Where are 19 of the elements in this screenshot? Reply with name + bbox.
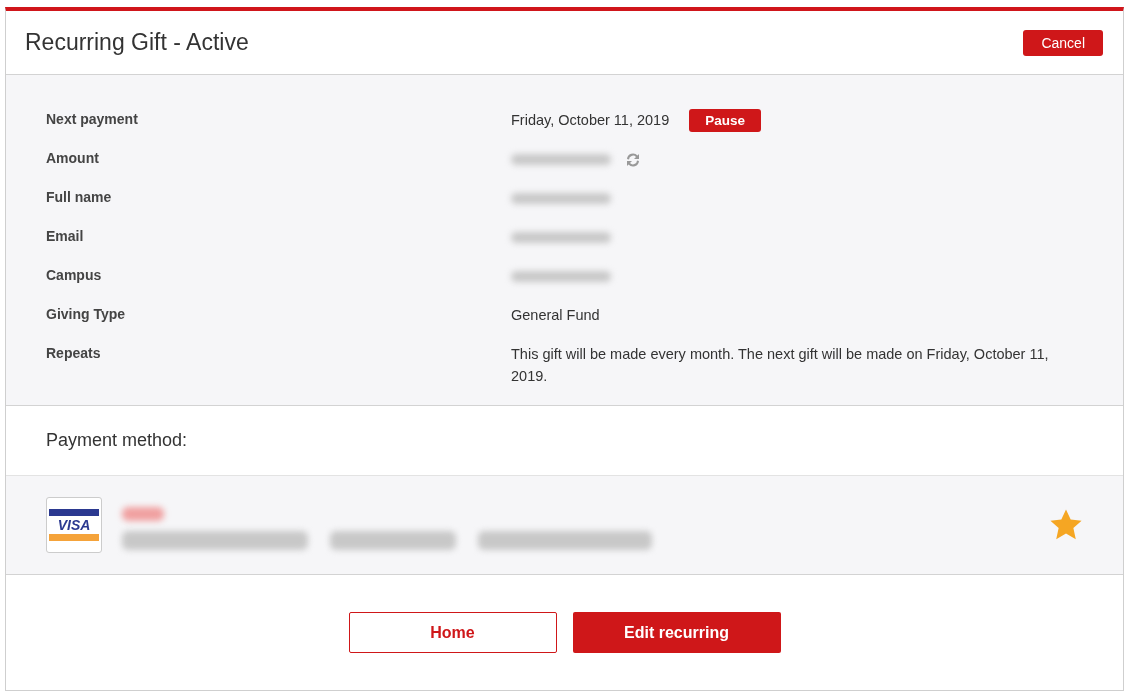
section-heading: Payment method: bbox=[46, 430, 188, 451]
redacted-text bbox=[122, 506, 164, 521]
edit-button[interactable]: Edit recurring bbox=[572, 612, 781, 653]
field-value: Friday, October 11, 2019 bbox=[511, 111, 670, 130]
field-label: Giving Type bbox=[46, 305, 127, 324]
field-label: Campus bbox=[46, 266, 103, 285]
field-label: Next payment bbox=[46, 110, 139, 129]
window-title: Recurring Gift - Active bbox=[25, 29, 249, 56]
field-label: Amount bbox=[46, 149, 100, 168]
field-value: This gift will be made every month. The next gift will be made on Friday, October 11, 2019. bbox=[511, 345, 1050, 386]
field-label: Repeats bbox=[46, 344, 102, 363]
pause-button[interactable]: Pause bbox=[689, 109, 762, 132]
field-label: Full name bbox=[46, 188, 113, 207]
home-button[interactable]: Home bbox=[348, 612, 557, 653]
cancel-button[interactable]: Cancel bbox=[1023, 29, 1103, 56]
field-value: General Fund bbox=[511, 306, 600, 325]
star-icon[interactable] bbox=[1049, 508, 1083, 542]
card-logo: VISA bbox=[46, 497, 102, 553]
field-label: Email bbox=[46, 227, 85, 246]
